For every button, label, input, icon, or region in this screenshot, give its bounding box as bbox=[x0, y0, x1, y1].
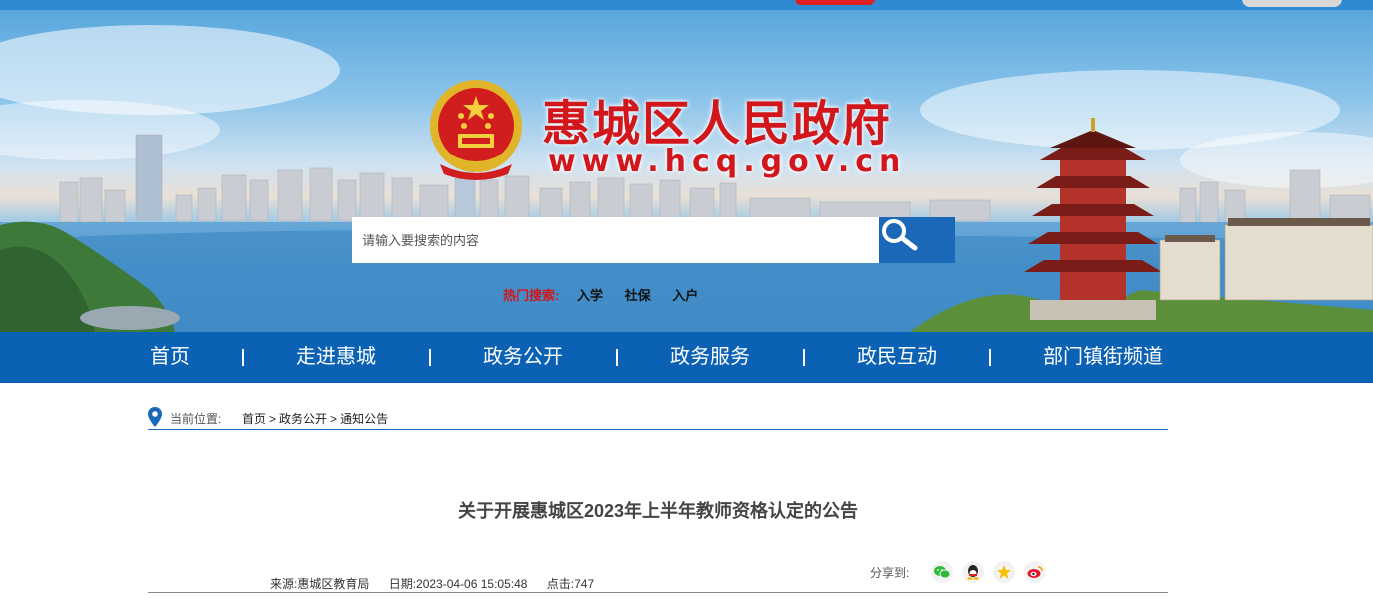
nav-item-departments[interactable]: 部门镇街频道 bbox=[1043, 332, 1163, 383]
article-clicks: 点击:747 bbox=[546, 577, 595, 591]
share-qzone-button[interactable] bbox=[993, 561, 1015, 583]
hot-search-label: 热门搜索: bbox=[503, 288, 560, 303]
nav-separator bbox=[429, 349, 431, 366]
search-button[interactable] bbox=[879, 217, 955, 263]
nav-item-about[interactable]: 走进惠城 bbox=[296, 332, 376, 383]
share-qq-button[interactable] bbox=[962, 561, 984, 583]
nav-separator bbox=[616, 349, 618, 366]
nav-separator bbox=[803, 349, 805, 366]
main-nav: 首页 走进惠城 政务公开 政务服务 政民互动 部门镇街频道 bbox=[0, 332, 1373, 383]
search-input[interactable] bbox=[352, 217, 879, 263]
qzone-icon bbox=[997, 565, 1011, 579]
top-red-tab[interactable] bbox=[795, 0, 875, 5]
search-icon bbox=[882, 219, 918, 251]
breadcrumb-link-home[interactable]: 首页 bbox=[242, 412, 266, 426]
breadcrumb-separator: > bbox=[269, 412, 277, 426]
breadcrumb-separator: > bbox=[330, 412, 338, 426]
nav-item-services[interactable]: 政务服务 bbox=[670, 332, 750, 383]
nav-separator bbox=[989, 349, 991, 366]
top-grey-tab[interactable] bbox=[1242, 0, 1342, 7]
site-url: www.hcq.gov.cn bbox=[548, 144, 907, 179]
breadcrumb-link-notices[interactable]: 通知公告 bbox=[340, 412, 388, 426]
wechat-icon bbox=[934, 566, 950, 579]
hot-search-item[interactable]: 入户 bbox=[672, 288, 698, 303]
article-meta: 来源:惠城区教育局 日期:2023-04-06 15:05:48 点击:747 bbox=[270, 575, 610, 592]
article-title: 关于开展惠城区2023年上半年教师资格认定的公告 bbox=[457, 501, 859, 521]
qq-icon bbox=[967, 565, 979, 580]
header-banner: 惠城区人民政府 www.hcq.gov.cn 热门搜索: 入学 社保 入户 bbox=[0, 10, 1373, 332]
nav-item-home[interactable]: 首页 bbox=[150, 332, 190, 383]
hot-search-item[interactable]: 入学 bbox=[577, 288, 603, 303]
breadcrumb: 当前位置: 首页 > 政务公开 > 通知公告 bbox=[148, 406, 1168, 430]
national-emblem-icon bbox=[428, 78, 524, 182]
nav-item-interaction[interactable]: 政民互动 bbox=[857, 332, 937, 383]
breadcrumb-link-government-affairs[interactable]: 政务公开 bbox=[279, 412, 327, 426]
weibo-icon bbox=[1027, 566, 1043, 578]
share-wechat-button[interactable] bbox=[931, 561, 953, 583]
top-strip bbox=[0, 0, 1373, 10]
share-weibo-button[interactable] bbox=[1024, 561, 1046, 583]
nav-item-government-affairs[interactable]: 政务公开 bbox=[483, 332, 563, 383]
article-source: 来源:惠城区教育局 bbox=[270, 577, 370, 591]
hot-search: 热门搜索: 入学 社保 入户 bbox=[503, 285, 716, 304]
content-divider bbox=[148, 592, 1168, 593]
article-date: 日期:2023-04-06 15:05:48 bbox=[388, 577, 528, 591]
share-label: 分享到: bbox=[870, 566, 910, 580]
hot-search-item[interactable]: 社保 bbox=[625, 288, 651, 303]
location-pin-icon bbox=[148, 407, 162, 427]
breadcrumb-path: 首页 > 政务公开 > 通知公告 bbox=[242, 410, 388, 427]
nav-separator bbox=[242, 349, 244, 366]
breadcrumb-label: 当前位置: bbox=[170, 412, 222, 426]
